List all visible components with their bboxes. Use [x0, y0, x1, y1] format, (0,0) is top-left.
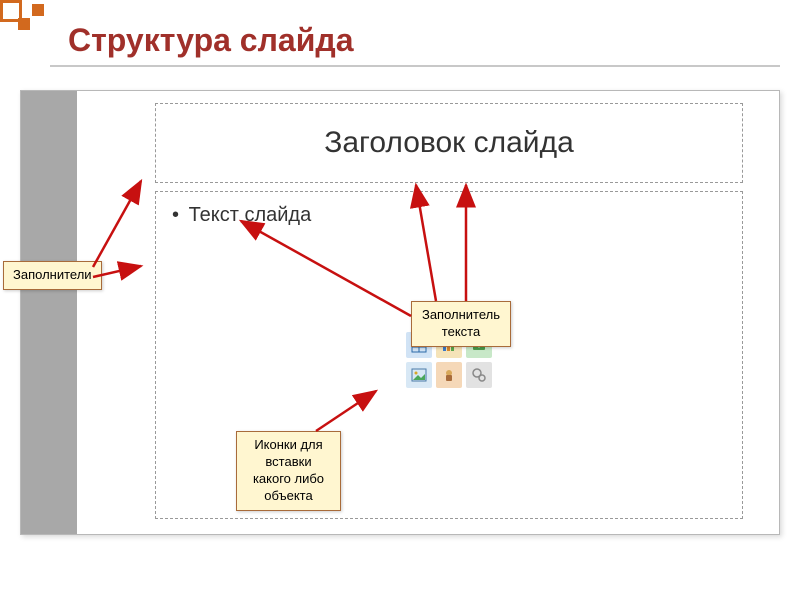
- callout-placeholders-text: Заполнители: [13, 267, 92, 282]
- content-bullet-text: Текст слайда: [172, 204, 726, 227]
- callout-text-placeholder-text: Заполнитель текста: [422, 307, 500, 339]
- slide-frame: Заголовок слайда Текст слайда: [20, 90, 780, 535]
- picture-icon[interactable]: [406, 362, 432, 388]
- title-placeholder[interactable]: Заголовок слайда: [155, 103, 743, 183]
- title-placeholder-text: Заголовок слайда: [324, 126, 574, 160]
- logo-ornament: [0, 0, 50, 50]
- callout-placeholders: Заполнители: [3, 261, 102, 290]
- media-icon[interactable]: [466, 362, 492, 388]
- title-underline: [50, 65, 780, 67]
- clipart-icon[interactable]: [436, 362, 462, 388]
- callout-text-placeholder: Заполнитель текста: [411, 301, 511, 347]
- callout-icons-text: Иконки для вставки какого либо объекта: [253, 437, 324, 503]
- side-strip: [21, 91, 77, 534]
- page-title: Структура слайда: [68, 22, 354, 59]
- callout-icons: Иконки для вставки какого либо объекта: [236, 431, 341, 511]
